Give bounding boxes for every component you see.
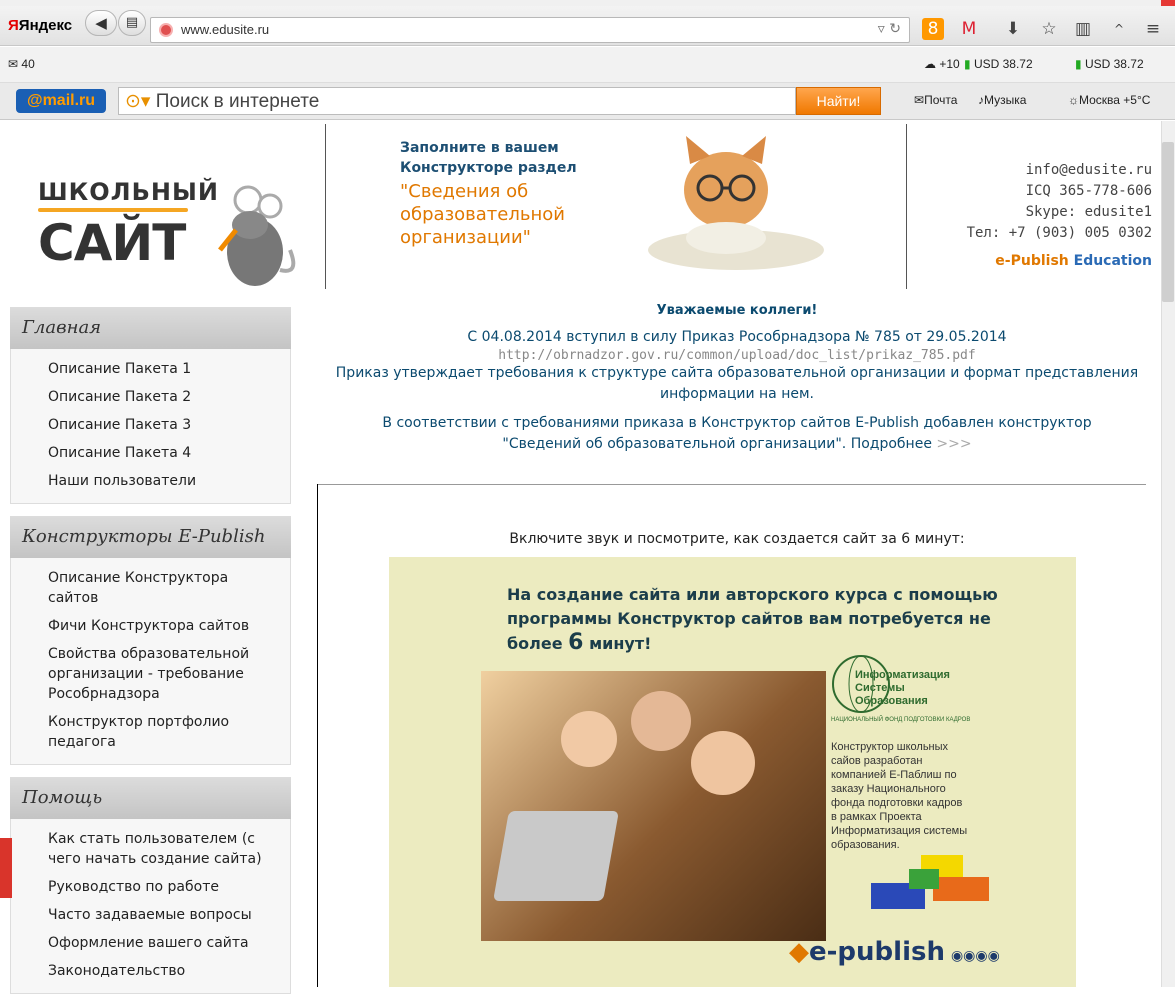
sidebar-item[interactable]: Описание Пакета 4 (11, 439, 290, 467)
sidebar-section-main: Главная Описание Пакета 1 Описание Пакет… (10, 307, 291, 504)
side-accent (0, 838, 12, 898)
sidebar-item[interactable]: Как стать пользователем (с чего начать с… (11, 825, 290, 873)
sidebar-item[interactable]: Свойства образовательной организации - т… (11, 640, 290, 708)
yandex-bar: ✉ 40 ☁ +10 ▮ USD 38.72 ▮ USD 38.72 (0, 47, 1175, 83)
announcement-text: В соответствии с требованиями приказа в … (382, 415, 1092, 431)
announcement: Уважаемые коллеги! С 04.08.2014 вступил … (317, 300, 1157, 455)
sidebar-section-help: Помощь Как стать пользователем (с чего н… (10, 777, 291, 994)
announcement-title: Уважаемые коллеги! (656, 303, 818, 318)
download-icon[interactable]: ⬇ (1000, 16, 1026, 42)
contact-phone: Тел: +7 (903) 005 0302 (966, 225, 1152, 241)
browser-toolbar: ЯЯндекс ◀ ▤ www.edusite.ru ▿ ↻ 8 M ⬇ ☆ ▥… (0, 6, 1175, 46)
mailru-bar: @mail.ru ⊙▾ Поиск в интернете Найти! ✉По… (0, 83, 1175, 120)
logo-swoosh (38, 208, 188, 212)
address-bar[interactable]: www.edusite.ru ▿ ↻ (150, 17, 910, 43)
reload-icon[interactable]: ▿ ↻ (878, 21, 901, 37)
menu-icon[interactable]: ≡ (1140, 16, 1166, 42)
yandex-bar-icon[interactable]: 8 (922, 18, 944, 40)
epublish-logo: ◆e-publish ◉◉◉◉ (789, 937, 1000, 967)
mailru-logo[interactable]: @mail.ru (16, 89, 106, 113)
promo-video[interactable]: На создание сайта или авторского курса с… (389, 557, 1076, 987)
url-text: www.edusite.ru (181, 22, 270, 37)
announcement-text: Приказ утверждает требования к структуре… (335, 365, 1139, 402)
back-button[interactable]: ◀ (85, 10, 117, 36)
reading-list-icon[interactable]: ▥ (1070, 16, 1096, 42)
sidebar-heading[interactable]: Конструкторы E-Publish (10, 516, 291, 558)
order-link[interactable]: http://obrnadzor.gov.ru/common/upload/do… (317, 348, 1157, 363)
announcement-text: "Сведений об образовательной организации… (502, 436, 932, 452)
laptop-shape (493, 811, 619, 901)
person-face (631, 691, 691, 751)
gmail-icon[interactable]: M (956, 16, 982, 42)
more-link[interactable]: >>> (936, 436, 971, 452)
music-link[interactable]: ♪Музыка (978, 93, 1026, 107)
sidebar-item[interactable]: Конструктор портфолио педагога (11, 708, 290, 756)
header-banner[interactable]: Заполните в вашем Конструкторе раздел "С… (325, 124, 907, 289)
banner-line-1: Заполните в вашем (400, 140, 559, 156)
site-logo[interactable]: ШКОЛЬНЫЙ САЙТ (10, 150, 300, 290)
sidebar-item[interactable]: Описание Пакета 1 (11, 355, 290, 383)
banner-line-4: образовательной (400, 204, 565, 225)
lego-bricks-icon (871, 855, 989, 909)
family-photo (481, 671, 826, 941)
sidebar-section-constructors: Конструкторы E-Publish Описание Конструк… (10, 516, 291, 765)
content-border (317, 484, 318, 987)
site-icon (159, 23, 173, 37)
tabs-icon[interactable]: ▤ (118, 10, 146, 36)
search-input[interactable]: ⊙▾ Поиск в интернете (118, 87, 796, 115)
weather-widget[interactable]: ☁ +10 (924, 57, 960, 71)
person-face (561, 711, 617, 767)
sidebar-item[interactable]: Часто задаваемые вопросы (11, 901, 290, 929)
contact-skype: Skype: edusite1 (1025, 204, 1152, 220)
sidebar: Главная Описание Пакета 1 Описание Пакет… (10, 307, 291, 994)
divider (317, 484, 1146, 485)
promo-caption: Включите звук и посмотрите, как создаетс… (509, 531, 965, 547)
sidebar-heading[interactable]: Главная (10, 307, 291, 349)
contact-email[interactable]: info@edusite.ru (900, 160, 1152, 181)
scrollbar-thumb[interactable] (1162, 142, 1174, 302)
banner-line-5: организации" (400, 227, 531, 248)
usd-widget-2[interactable]: ▮ USD 38.72 (1075, 57, 1144, 71)
contacts-block: info@edusite.ru ICQ 365-778-606 Skype: e… (900, 160, 1152, 269)
banner-line-3: "Сведения об (400, 181, 529, 202)
sidebar-item[interactable]: Описание Пакета 2 (11, 383, 290, 411)
yandex-logo[interactable]: ЯЯндекс (8, 17, 72, 34)
mail-link[interactable]: ✉Почта (914, 93, 957, 107)
mouse-mascot-icon (218, 185, 296, 286)
sidebar-item[interactable]: Законодательство (11, 957, 290, 985)
ifo-logo: Информатизация Системы Образования НАЦИОНА… (831, 649, 971, 729)
sidebar-heading[interactable]: Помощь (10, 777, 291, 819)
ifo-description: Конструктор школьных сайов разработан ко… (831, 741, 968, 851)
sidebar-item[interactable]: Фичи Конструктора сайтов (11, 612, 290, 640)
brand-link[interactable]: e-Publish Education (900, 253, 1152, 269)
sidebar-item[interactable]: Оформление вашего сайта (11, 929, 290, 957)
bookmark-star-icon[interactable]: ☆ (1036, 16, 1062, 42)
weather-link[interactable]: ☼Москва +5°C (1068, 93, 1150, 107)
sidebar-item[interactable]: Описание Пакета 3 (11, 411, 290, 439)
person-face (691, 731, 755, 795)
sidebar-item[interactable]: Руководство по работе (11, 873, 290, 901)
announcement-text: С 04.08.2014 вступил в силу Приказ Рособ… (467, 329, 1007, 345)
usd-widget-1[interactable]: ▮ USD 38.72 (964, 57, 1033, 71)
find-button[interactable]: Найти! (796, 87, 881, 115)
sidebar-item[interactable]: Наши пользователи (11, 467, 290, 495)
contact-icq: ICQ 365-778-606 (1025, 183, 1152, 199)
promo-text: На создание сайта или авторского курса с… (507, 585, 998, 655)
kitten-reading-image (648, 136, 824, 270)
sync-icon[interactable]: ^ (1106, 16, 1132, 42)
banner-line-2: Конструкторе раздел (400, 160, 577, 176)
mail-counter[interactable]: ✉ 40 (8, 57, 35, 71)
sidebar-item[interactable]: Описание Конструктора сайтов (11, 564, 290, 612)
